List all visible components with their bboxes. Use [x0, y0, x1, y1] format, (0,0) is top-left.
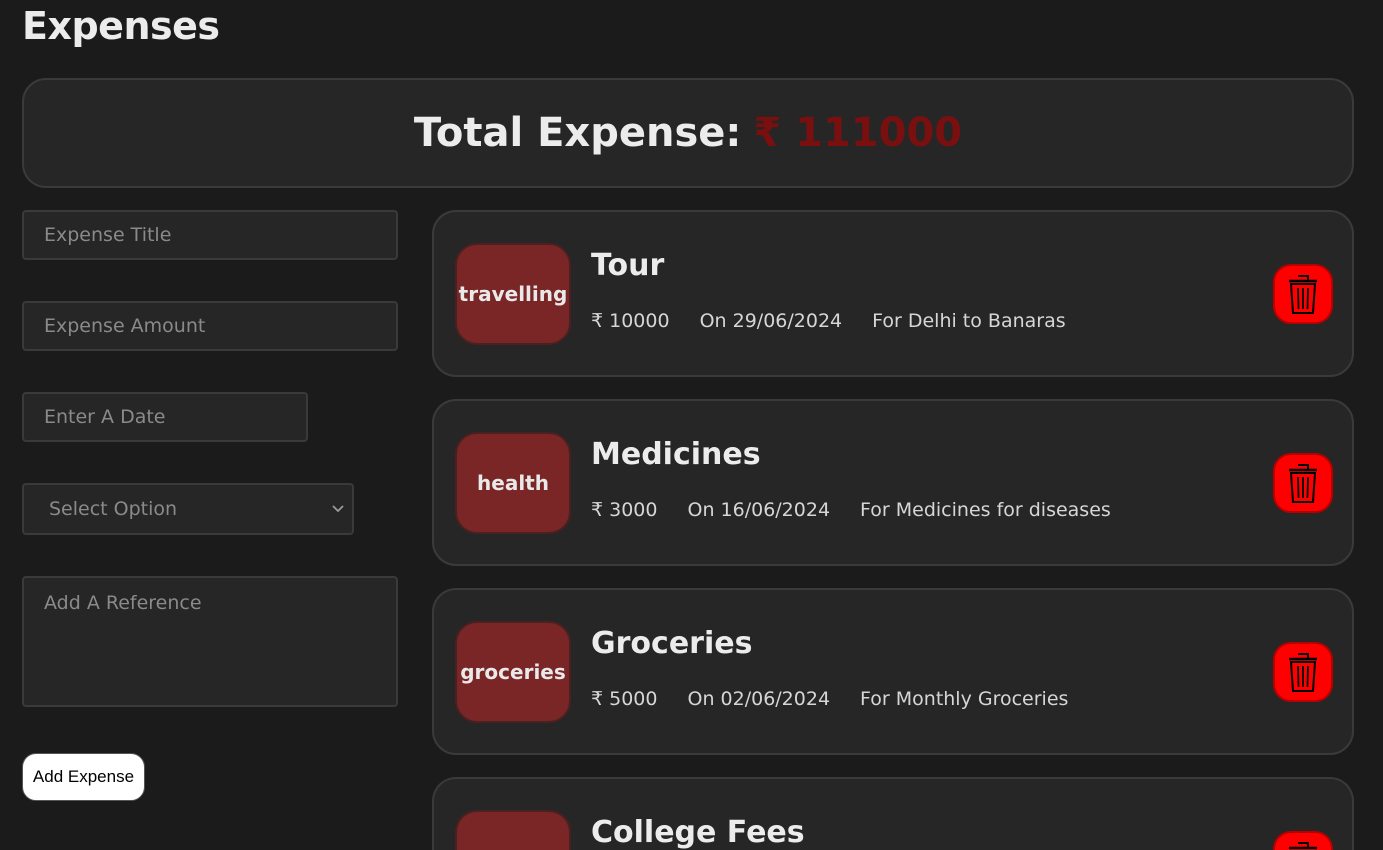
expense-date-placeholder: Enter A Date [44, 406, 166, 428]
category-badge: travelling [455, 243, 571, 345]
trash-icon [1289, 842, 1317, 850]
expense-title-input[interactable]: Expense Title [22, 210, 398, 260]
trash-icon [1289, 275, 1317, 314]
expense-title: Tour [591, 248, 665, 283]
add-expense-button[interactable]: Add Expense [22, 753, 145, 801]
delete-button[interactable] [1273, 264, 1333, 324]
expense-title: Groceries [591, 626, 753, 661]
expense-card: health Medicines ₹ 3000 On 16/06/2024 Fo… [432, 399, 1354, 566]
total-expense-card: Total Expense: ₹ 111000 [22, 78, 1354, 188]
expense-meta: ₹ 3000 On 16/06/2024 For Medicines for d… [591, 499, 1111, 521]
expense-amount: ₹ 3000 [591, 499, 658, 521]
reference-placeholder: Add A Reference [44, 592, 202, 614]
category-badge: groceries [455, 621, 571, 723]
expense-card: groceries Groceries ₹ 5000 On 02/06/2024… [432, 588, 1354, 755]
expense-card: travelling Tour ₹ 10000 On 29/06/2024 Fo… [432, 210, 1354, 377]
expense-date-input[interactable]: Enter A Date [22, 392, 308, 442]
trash-icon [1289, 464, 1317, 503]
expense-amount: ₹ 10000 [591, 310, 670, 332]
total-expense-label: Total Expense: [413, 110, 742, 156]
expense-amount-placeholder: Expense Amount [44, 315, 206, 337]
expense-date: On 02/06/2024 [687, 688, 831, 710]
expense-meta: ₹ 10000 On 29/06/2024 For Delhi to Banar… [591, 310, 1066, 332]
delete-button[interactable] [1273, 831, 1333, 850]
category-badge [455, 810, 571, 850]
trash-icon [1289, 653, 1317, 692]
category-select-value: Select Option [49, 498, 178, 520]
expense-title-placeholder: Expense Title [44, 224, 172, 246]
expense-reference: For Delhi to Banaras [872, 310, 1066, 332]
delete-button[interactable] [1273, 453, 1333, 513]
delete-button[interactable] [1273, 642, 1333, 702]
total-expense-value: ₹ 111000 [753, 110, 963, 156]
expense-date: On 29/06/2024 [699, 310, 843, 332]
expense-date: On 16/06/2024 [687, 499, 831, 521]
expense-card: College Fees [432, 777, 1354, 850]
expense-title: College Fees [591, 815, 805, 850]
expense-reference: For Medicines for diseases [860, 499, 1111, 521]
expense-meta: ₹ 5000 On 02/06/2024 For Monthly Groceri… [591, 688, 1068, 710]
reference-textarea[interactable]: Add A Reference [22, 576, 398, 707]
chevron-down-icon [332, 505, 344, 513]
expense-title: Medicines [591, 437, 761, 472]
page-title: Expenses [22, 4, 220, 48]
expense-amount: ₹ 5000 [591, 688, 658, 710]
category-badge: health [455, 432, 571, 534]
category-select[interactable]: Select Option [22, 483, 354, 535]
expense-reference: For Monthly Groceries [860, 688, 1069, 710]
expense-amount-input[interactable]: Expense Amount [22, 301, 398, 351]
